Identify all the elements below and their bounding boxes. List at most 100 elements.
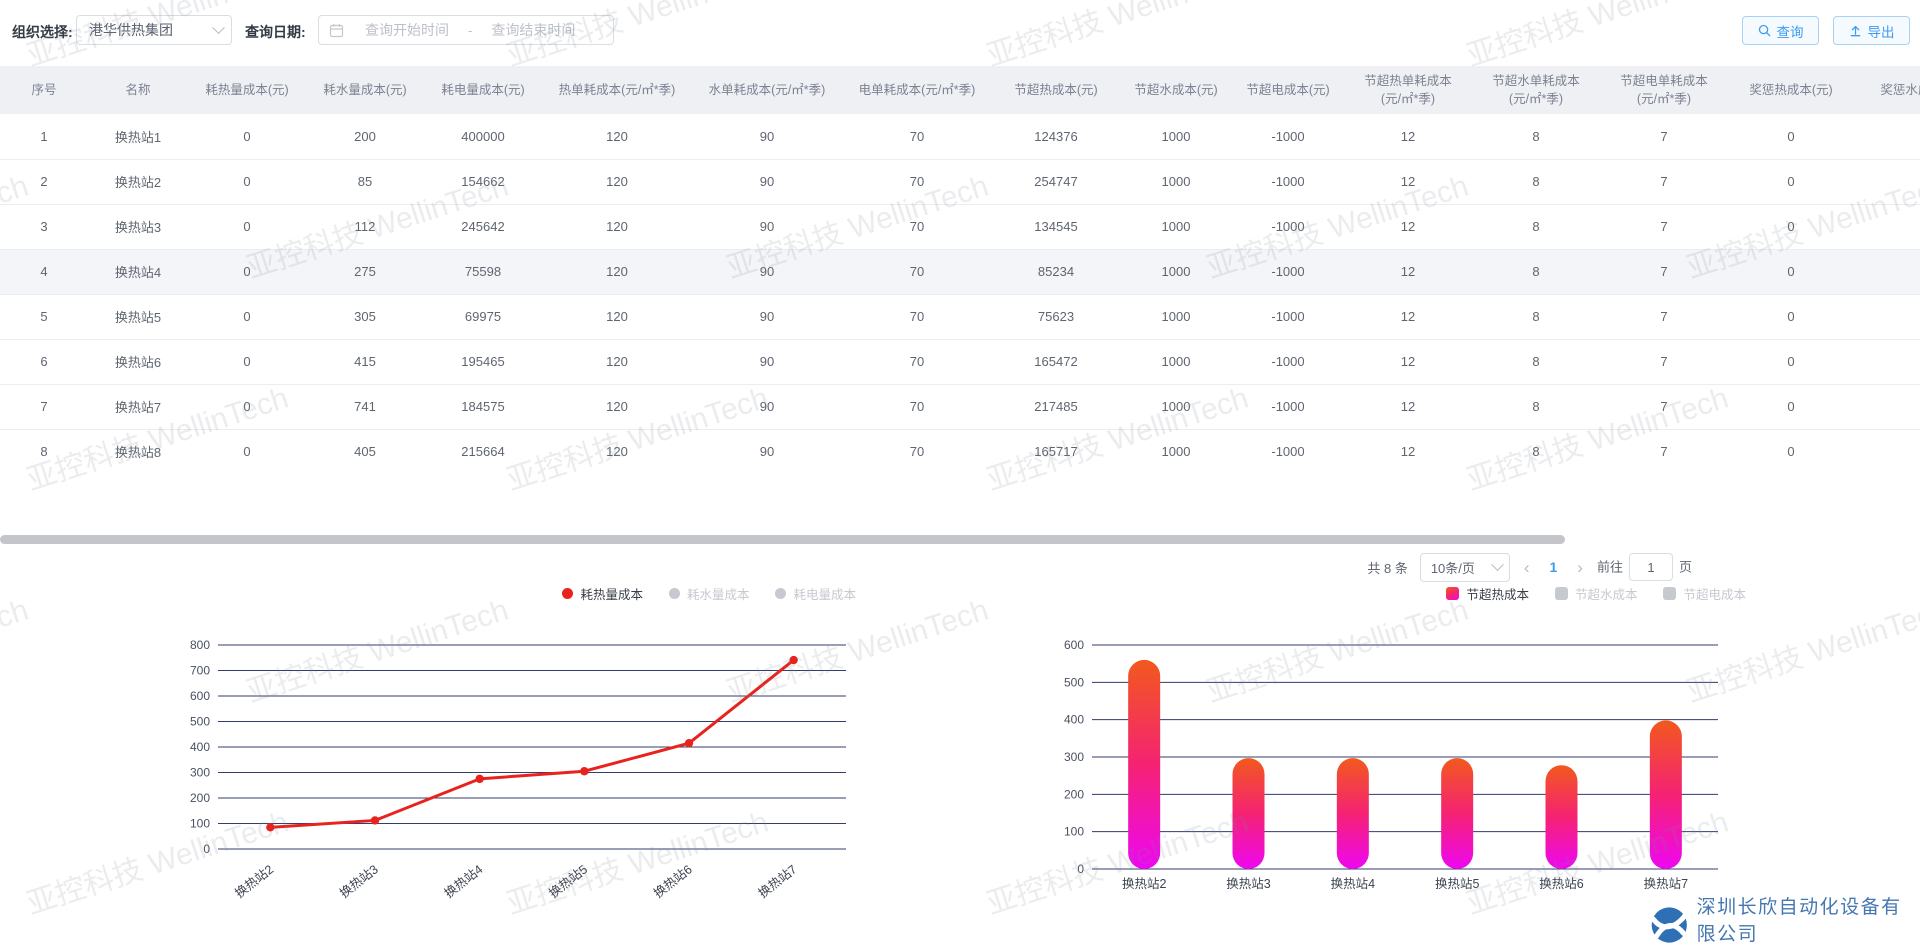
table-cell: 70 (842, 339, 992, 384)
prev-page-button[interactable]: ‹ (1522, 559, 1532, 576)
export-button[interactable]: 导出 (1833, 16, 1910, 45)
table-cell: 12 (1344, 204, 1472, 249)
org-select[interactable]: 港华供热集团 (76, 15, 232, 45)
table-row[interactable]: 8换热站8040521566412090701657171000-1000128… (0, 429, 1920, 474)
svg-text:600: 600 (1064, 638, 1084, 652)
table-cell: 换热站2 (88, 159, 188, 204)
table-cell: 0 (188, 204, 306, 249)
table-cell: 165472 (992, 339, 1120, 384)
table-cell: 112 (306, 204, 424, 249)
table-row[interactable]: 4换热站40275755981209070852341000-100012870 (0, 249, 1920, 294)
query-button[interactable]: 查询 (1742, 16, 1819, 45)
table-cell (1854, 429, 1920, 474)
date-start-input[interactable] (348, 22, 466, 38)
cost-data-table-container: 序号名称耗热量成本(元)耗水量成本(元)耗电量成本(元)热单耗成本(元/㎡*季)… (0, 66, 1920, 474)
table-cell (1854, 114, 1920, 159)
table-cell: 12 (1344, 114, 1472, 159)
date-range-picker[interactable]: - (318, 15, 614, 45)
table-row[interactable]: 6换热站6041519546512090701654721000-1000128… (0, 339, 1920, 384)
legend-square-icon (1446, 587, 1459, 600)
legend-item[interactable]: 耗水量成本 (669, 584, 750, 603)
table-cell: 0 (188, 294, 306, 339)
table-cell: 184575 (424, 384, 542, 429)
column-header: 序号 (0, 66, 88, 114)
table-cell: 75598 (424, 249, 542, 294)
table-cell: 0 (188, 429, 306, 474)
next-page-button[interactable]: › (1575, 559, 1585, 576)
table-cell: 120 (542, 294, 692, 339)
date-end-input[interactable] (474, 22, 592, 38)
table-row[interactable]: 7换热站7074118457512090702174851000-1000128… (0, 384, 1920, 429)
table-cell: 8 (1472, 249, 1600, 294)
legend-item[interactable]: 节超水成本 (1555, 584, 1638, 603)
table-cell: 215664 (424, 429, 542, 474)
table-cell: 1000 (1120, 249, 1232, 294)
svg-text:500: 500 (1064, 675, 1084, 689)
goto-page-input[interactable] (1629, 553, 1673, 581)
column-header: 耗热量成本(元) (188, 66, 306, 114)
company-logo-icon (1650, 902, 1689, 947)
table-cell: 7 (1600, 294, 1728, 339)
legend-item[interactable]: 节超电成本 (1663, 584, 1746, 603)
legend-label: 耗热量成本 (580, 584, 643, 603)
table-cell: 70 (842, 204, 992, 249)
table-row[interactable]: 3换热站3011224564212090701345451000-1000128… (0, 204, 1920, 249)
table-cell: 1 (0, 114, 88, 159)
table-cell: 0 (188, 339, 306, 384)
table-cell: -1000 (1232, 249, 1344, 294)
table-cell: 70 (842, 294, 992, 339)
table-cell: 12 (1344, 384, 1472, 429)
bar-chart-plot: 0100200300400500600换热站2换热站3换热站4换热站5换热站6换… (1060, 603, 1760, 911)
legend-label: 节超热成本 (1466, 584, 1529, 603)
table-cell: 90 (692, 429, 842, 474)
table-cell: -1000 (1232, 384, 1344, 429)
table-cell: -1000 (1232, 114, 1344, 159)
table-cell: 0 (188, 114, 306, 159)
table-row[interactable]: 2换热站208515466212090702547471000-10001287… (0, 159, 1920, 204)
legend-dot-icon (669, 588, 680, 599)
svg-text:600: 600 (190, 689, 210, 703)
table-cell (1854, 159, 1920, 204)
date-separator: - (466, 23, 474, 38)
org-select-label: 组织选择: (12, 22, 73, 42)
current-page-button[interactable]: 1 (1544, 559, 1564, 575)
legend-item[interactable]: 耗电量成本 (775, 584, 856, 603)
table-cell: 195465 (424, 339, 542, 384)
legend-item[interactable]: 耗热量成本 (562, 584, 643, 603)
table-cell: 6 (0, 339, 88, 384)
table-cell: 70 (842, 114, 992, 159)
table-cell: 85234 (992, 249, 1120, 294)
table-cell: 2 (0, 159, 88, 204)
column-header: 耗电量成本(元) (424, 66, 542, 114)
svg-text:800: 800 (190, 638, 210, 652)
company-name-cn: 深圳长欣自动化设备有限公司 (1697, 892, 1920, 946)
cost-data-table: 序号名称耗热量成本(元)耗水量成本(元)耗电量成本(元)热单耗成本(元/㎡*季)… (0, 66, 1920, 474)
page-size-select[interactable]: 10条/页 (1420, 553, 1510, 582)
column-header: 水单耗成本(元/㎡*季) (692, 66, 842, 114)
table-cell: 70 (842, 159, 992, 204)
table-cell: 69975 (424, 294, 542, 339)
table-row[interactable]: 1换热站1020040000012090701243761000-1000128… (0, 114, 1920, 159)
table-cell: 0 (188, 159, 306, 204)
table-cell: 90 (692, 249, 842, 294)
table-cell: 7 (1600, 384, 1728, 429)
table-cell: 8 (1472, 294, 1600, 339)
svg-text:700: 700 (190, 664, 210, 678)
table-cell: 254747 (992, 159, 1120, 204)
svg-text:400: 400 (190, 740, 210, 754)
table-cell: 8 (1472, 339, 1600, 384)
table-cell: 0 (1728, 339, 1854, 384)
legend-square-icon (1555, 587, 1568, 600)
table-cell: 405 (306, 429, 424, 474)
svg-text:换热站2: 换热站2 (233, 862, 277, 900)
horizontal-scrollbar-thumb[interactable] (0, 535, 1565, 544)
legend-item[interactable]: 节超热成本 (1446, 584, 1529, 603)
table-cell: 1000 (1120, 204, 1232, 249)
svg-text:换热站4: 换热站4 (442, 862, 486, 900)
table-cell: 7 (1600, 429, 1728, 474)
table-cell: 1000 (1120, 339, 1232, 384)
table-cell: 245642 (424, 204, 542, 249)
legend-dot-icon (775, 588, 786, 599)
table-cell: 7 (1600, 204, 1728, 249)
table-row[interactable]: 5换热站50305699751209070756231000-100012870 (0, 294, 1920, 339)
